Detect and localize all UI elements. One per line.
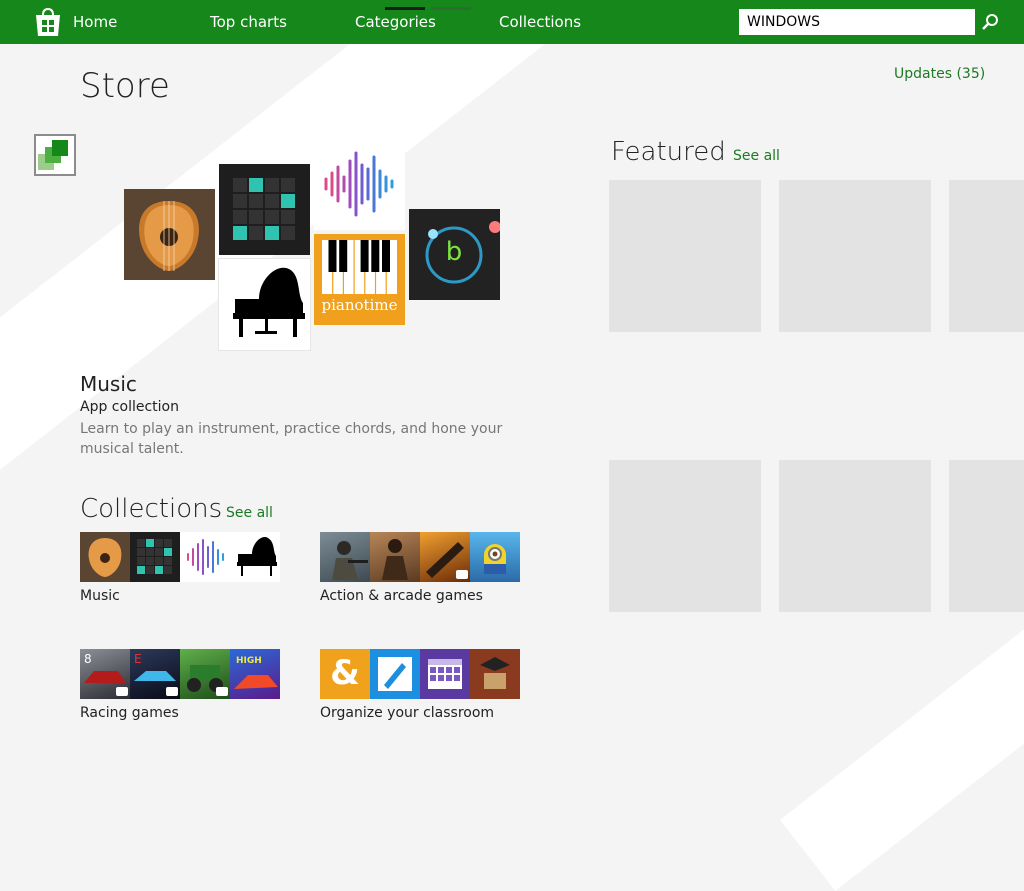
ampersand-app-thumbnail: & <box>320 649 370 699</box>
collection-racing-label[interactable]: Racing games <box>80 705 179 721</box>
collection-classroom-thumbnails[interactable]: & <box>320 649 520 699</box>
collection-classroom-label[interactable]: Organize your classroom <box>320 705 494 721</box>
collection-action-thumbnails[interactable] <box>320 532 520 582</box>
racing-car-thumbnail-2: E <box>130 649 180 699</box>
nav-categories[interactable]: Categories <box>355 13 436 31</box>
hero-description: Learn to play an instrument, practice ch… <box>80 421 503 457</box>
pad-grid-icon <box>233 178 295 240</box>
collection-racing-thumbnails[interactable]: 8 E HIGH <box>80 649 280 699</box>
pianotime-app-tile[interactable]: pianotime <box>314 234 405 325</box>
racing-car-thumbnail-1: 8 <box>80 649 130 699</box>
pad-grid-thumbnail <box>130 532 180 582</box>
soldier-game-thumbnail <box>320 532 370 582</box>
soundwave-icon <box>324 151 394 217</box>
collection-action-label[interactable]: Action & arcade games <box>320 588 483 604</box>
search-input[interactable] <box>739 9 975 35</box>
svg-text:8: 8 <box>84 652 92 666</box>
store-bag-icon[interactable] <box>34 7 62 37</box>
minion-game-thumbnail <box>470 532 520 582</box>
featured-tile[interactable] <box>609 460 761 612</box>
featured-tile[interactable] <box>779 460 931 612</box>
soundwave-thumbnail <box>180 532 230 582</box>
nav-collections[interactable]: Collections <box>499 13 581 31</box>
grand-piano-icon <box>233 267 305 337</box>
b-label: b <box>445 237 463 267</box>
whiteboard-app-thumbnail <box>370 649 420 699</box>
warrior-game-thumbnail <box>370 532 420 582</box>
updates-link[interactable]: Updates (35) <box>894 66 985 82</box>
monster-truck-thumbnail <box>180 649 230 699</box>
nav-home[interactable]: Home <box>73 13 117 31</box>
soundwave-app-tile[interactable] <box>314 139 405 230</box>
featured-tile[interactable] <box>949 460 1024 612</box>
collections-see-all-link[interactable]: See all <box>226 505 273 521</box>
nav-top-charts[interactable]: Top charts <box>210 13 287 31</box>
piano-app-tile[interactable] <box>218 258 311 351</box>
gun-game-thumbnail <box>420 532 470 582</box>
top-navigation-bar: Home Top charts Categories Collections <box>0 0 1024 44</box>
calendar-app-thumbnail <box>420 649 470 699</box>
nav-indicator-active <box>385 7 425 10</box>
page-title: Store <box>80 66 170 106</box>
featured-heading: Featured <box>611 137 726 167</box>
beat-pad-app-tile[interactable] <box>219 164 310 255</box>
bse-app-thumbnail <box>470 649 520 699</box>
nav-indicator <box>431 7 471 10</box>
collection-stack-icon <box>38 140 68 170</box>
b-app-tile[interactable]: b <box>409 209 500 300</box>
highway-racing-thumbnail: HIGH <box>230 649 280 699</box>
svg-text:HIGH: HIGH <box>236 656 262 666</box>
featured-tile[interactable] <box>609 180 761 332</box>
hero-subtitle: App collection <box>80 399 179 415</box>
featured-tile[interactable] <box>779 180 931 332</box>
hero-title[interactable]: Music <box>80 372 137 396</box>
search-icon[interactable] <box>978 9 1004 35</box>
piano-thumbnail <box>230 532 280 582</box>
featured-tile[interactable] <box>949 180 1024 332</box>
collection-music-label[interactable]: Music <box>80 588 120 604</box>
guitar-thumbnail <box>80 532 130 582</box>
collection-music-thumbnails[interactable] <box>80 532 280 582</box>
collection-icon-button[interactable] <box>34 134 76 176</box>
guitar-icon <box>139 201 199 271</box>
featured-see-all-link[interactable]: See all <box>733 148 780 164</box>
svg-text:E: E <box>134 652 142 666</box>
collections-heading: Collections <box>80 494 223 524</box>
piano-keys-icon <box>322 240 397 294</box>
pianotime-label: pianotime <box>321 296 398 314</box>
guitar-app-tile[interactable] <box>124 189 215 280</box>
